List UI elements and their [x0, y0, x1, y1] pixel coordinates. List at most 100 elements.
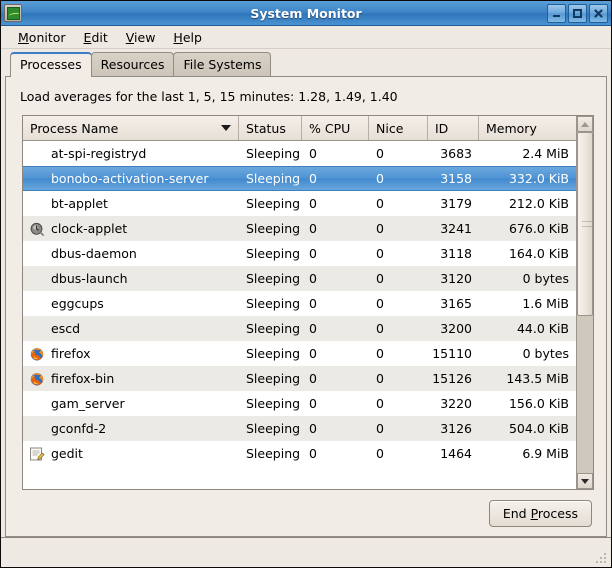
- cell-cpu: 0: [302, 346, 369, 361]
- table-row[interactable]: firefox-binSleeping0015126143.5 MiB: [23, 366, 576, 391]
- cell-id: 3179: [428, 196, 479, 211]
- tab-resources[interactable]: Resources: [91, 52, 175, 77]
- cell-id-label: 3158: [440, 171, 472, 186]
- cell-nice: 0: [369, 221, 428, 236]
- window-title: System Monitor: [1, 1, 611, 26]
- cell-nice: 0: [369, 346, 428, 361]
- scrollbar-track[interactable]: [577, 132, 593, 473]
- cell-nice: 0: [369, 421, 428, 436]
- cell-id: 3120: [428, 271, 479, 286]
- vertical-scrollbar[interactable]: [576, 116, 593, 489]
- cell-nice-label: 0: [376, 221, 384, 236]
- cell-id: 3683: [428, 146, 479, 161]
- cell-memory: 2.4 MiB: [479, 146, 576, 161]
- end-process-button[interactable]: End Process: [489, 500, 592, 527]
- cell-process-name: eggcups: [23, 296, 239, 312]
- column-header-cpu[interactable]: % CPU: [302, 116, 369, 140]
- table-row[interactable]: dbus-launchSleeping0031200 bytes: [23, 266, 576, 291]
- column-header-memory[interactable]: Memory: [479, 116, 576, 140]
- cell-cpu-label: 0: [309, 446, 317, 461]
- table-row[interactable]: clock-appletSleeping003241676.0 KiB: [23, 216, 576, 241]
- table-row[interactable]: bt-appletSleeping003179212.0 KiB: [23, 191, 576, 216]
- table-row[interactable]: dbus-daemonSleeping003118164.0 KiB: [23, 241, 576, 266]
- cell-id-label: 3120: [440, 271, 472, 286]
- column-header-name-label: Process Name: [30, 121, 118, 136]
- menu-help[interactable]: Help: [164, 28, 211, 47]
- menu-edit[interactable]: Edit: [75, 28, 117, 47]
- menubar: Monitor Edit View Help: [1, 26, 611, 49]
- cell-cpu: 0: [302, 271, 369, 286]
- close-button[interactable]: [589, 4, 608, 23]
- cell-id-label: 3118: [440, 246, 472, 261]
- cell-cpu-label: 0: [309, 246, 317, 261]
- menu-view[interactable]: View: [117, 28, 165, 47]
- cell-memory-label: 156.0 KiB: [509, 396, 569, 411]
- scroll-down-button[interactable]: [577, 473, 593, 489]
- tab-resources-label: Resources: [101, 57, 165, 72]
- sort-descending-icon: [221, 125, 231, 131]
- table-row[interactable]: firefoxSleeping00151100 bytes: [23, 341, 576, 366]
- cell-cpu-label: 0: [309, 421, 317, 436]
- table-row[interactable]: escdSleeping00320044.0 KiB: [23, 316, 576, 341]
- cell-memory: 504.0 KiB: [479, 421, 576, 436]
- cell-id-label: 15110: [432, 346, 472, 361]
- cell-memory: 332.0 KiB: [479, 171, 576, 186]
- cell-id-label: 3241: [440, 221, 472, 236]
- table-body: at-spi-registrydSleeping0036832.4 MiBbon…: [23, 141, 576, 489]
- scroll-up-button[interactable]: [577, 116, 593, 132]
- cell-status: Sleeping: [239, 246, 302, 261]
- process-name-label: at-spi-registryd: [51, 146, 146, 161]
- table-row[interactable]: at-spi-registrydSleeping0036832.4 MiB: [23, 141, 576, 166]
- cell-memory-label: 212.0 KiB: [509, 196, 569, 211]
- cell-status: Sleeping: [239, 321, 302, 336]
- minimize-button[interactable]: [547, 4, 566, 23]
- table-row[interactable]: gam_serverSleeping003220156.0 KiB: [23, 391, 576, 416]
- cell-memory: 164.0 KiB: [479, 246, 576, 261]
- cell-process-name: gconfd-2: [23, 421, 239, 437]
- menu-monitor[interactable]: Monitor: [9, 28, 75, 47]
- processes-panel: Load averages for the last 1, 5, 15 minu…: [5, 77, 607, 537]
- column-header-id-label: ID: [435, 121, 448, 136]
- cell-status-label: Sleeping: [246, 296, 300, 311]
- column-header-nice[interactable]: Nice: [369, 116, 428, 140]
- cell-process-name: dbus-launch: [23, 271, 239, 287]
- cell-cpu: 0: [302, 421, 369, 436]
- cell-nice: 0: [369, 371, 428, 386]
- cell-id-label: 3220: [440, 396, 472, 411]
- cell-cpu-label: 0: [309, 146, 317, 161]
- column-header-status[interactable]: Status: [239, 116, 302, 140]
- cell-nice: 0: [369, 296, 428, 311]
- cell-status-label: Sleeping: [246, 421, 300, 436]
- column-header-id[interactable]: ID: [428, 116, 479, 140]
- cell-cpu-label: 0: [309, 221, 317, 236]
- cell-status: Sleeping: [239, 396, 302, 411]
- cell-id-label: 1464: [440, 446, 472, 461]
- tab-file-systems[interactable]: File Systems: [173, 52, 271, 77]
- cell-id: 3220: [428, 396, 479, 411]
- cell-nice-label: 0: [376, 446, 384, 461]
- table-row[interactable]: bonobo-activation-serverSleeping00315833…: [23, 166, 576, 191]
- cell-status-label: Sleeping: [246, 371, 300, 386]
- column-header-name[interactable]: Process Name: [23, 116, 239, 140]
- scrollbar-thumb[interactable]: [577, 132, 593, 316]
- tab-processes[interactable]: Processes: [10, 52, 92, 77]
- table-row[interactable]: geditSleeping0014646.9 MiB: [23, 441, 576, 466]
- cell-memory-label: 0 bytes: [523, 271, 569, 286]
- cell-nice-label: 0: [376, 321, 384, 336]
- cell-memory-label: 504.0 KiB: [509, 421, 569, 436]
- table-row[interactable]: gconfd-2Sleeping003126504.0 KiB: [23, 416, 576, 441]
- process-name-label: gedit: [51, 446, 83, 461]
- cell-cpu-label: 0: [309, 296, 317, 311]
- resize-grip[interactable]: [594, 551, 607, 564]
- menu-help-label: elp: [183, 30, 202, 45]
- cell-id: 3200: [428, 321, 479, 336]
- cell-status: Sleeping: [239, 221, 302, 236]
- maximize-button[interactable]: [568, 4, 587, 23]
- cell-cpu: 0: [302, 171, 369, 186]
- cell-status: Sleeping: [239, 346, 302, 361]
- cell-nice: 0: [369, 446, 428, 461]
- table-row[interactable]: eggcupsSleeping0031651.6 MiB: [23, 291, 576, 316]
- cell-cpu-label: 0: [309, 171, 317, 186]
- cell-nice-label: 0: [376, 371, 384, 386]
- cell-nice-label: 0: [376, 296, 384, 311]
